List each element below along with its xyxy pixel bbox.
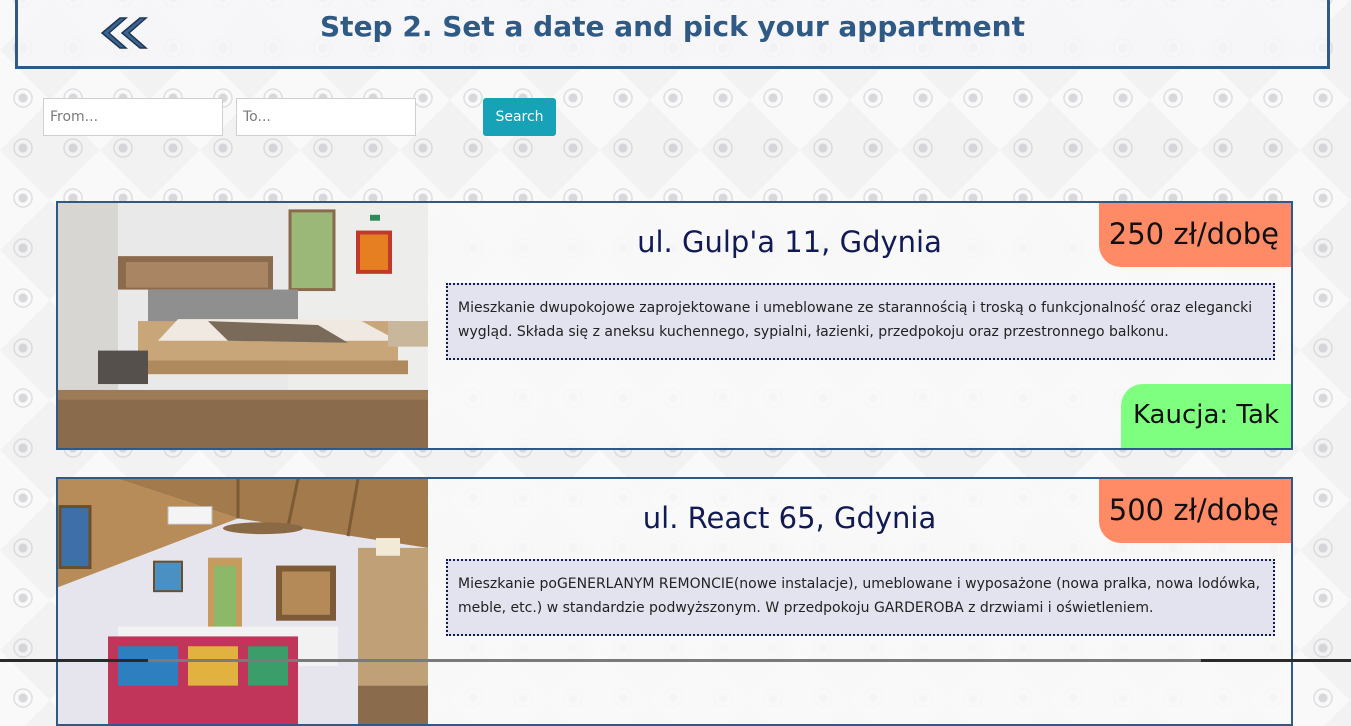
page-header: Step 2. Set a date and pick your appartm… [15, 0, 1330, 69]
apartment-photo [58, 479, 428, 724]
date-from-input[interactable] [43, 98, 223, 136]
deposit-badge: Kaucja: Tak [1120, 384, 1291, 448]
apartment-photo [58, 203, 428, 448]
search-button[interactable]: Search [483, 98, 556, 136]
date-to-input[interactable] [236, 98, 416, 136]
apartment-card[interactable]: ul. React 65, Gdynia Mieszkanie poGENERL… [56, 477, 1293, 726]
apartment-card[interactable]: ul. Gulp'a 11, Gdynia Mieszkanie dwupoko… [56, 201, 1293, 450]
apartment-description: Mieszkanie dwupokojowe zaprojektowane i … [446, 283, 1275, 360]
price-badge: 500 zł/dobę [1098, 479, 1291, 543]
apartment-description: Mieszkanie poGENERLANYM REMONCIE(nowe in… [446, 559, 1275, 636]
price-badge: 250 zł/dobę [1098, 203, 1291, 267]
apartment-address: ul. React 65, Gdynia [642, 501, 937, 535]
page-title: Step 2. Set a date and pick your appartm… [320, 10, 1025, 43]
apartment-address: ul. Gulp'a 11, Gdynia [637, 225, 942, 259]
